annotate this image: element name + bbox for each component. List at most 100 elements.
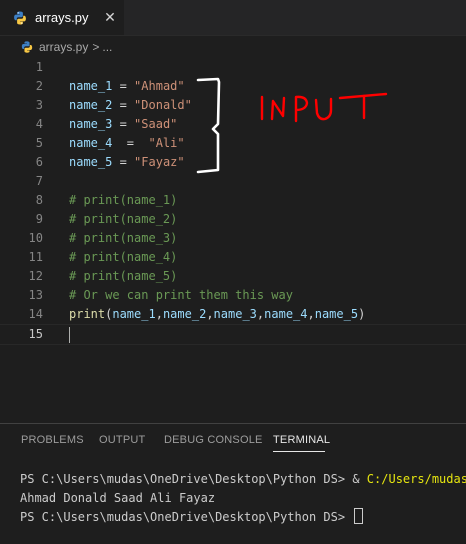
code-editor[interactable]: 1 2 name_1 = "Ahmad" 3 name_2 = "Donald" 4 nam… (0, 58, 466, 423)
panel-tabs: PROBLEMS OUTPUT DEBUG CONSOLE TERMINAL (0, 424, 466, 459)
code-line[interactable]: 5 name_4 = "Ali" (0, 134, 466, 153)
code-text: name_1 = "Ahmad" (69, 77, 185, 96)
code-token: print (69, 307, 106, 321)
code-token: , (155, 307, 163, 321)
code-line[interactable]: 14 print(name_1,name_2,name_3,name_4,name… (0, 305, 466, 324)
line-number: 3 (35, 98, 43, 112)
terminal-line-command: PS C:\Users\mudas\OneDrive\Desktop\Pytho… (20, 470, 466, 489)
python-file-icon (14, 11, 26, 24)
tab-output[interactable]: OUTPUT (99, 434, 145, 446)
code-text: # print(name_3) (69, 229, 177, 248)
code-line[interactable]: 7 (0, 172, 466, 191)
breadcrumb-file[interactable]: arrays.py (39, 40, 88, 54)
code-line[interactable]: 13 # Or we can print them this way (0, 286, 466, 305)
terminal-prompt: PS C:\Users\mudas\OneDrive\Desktop\Pytho… (20, 510, 353, 524)
code-token: name_2 (162, 307, 207, 321)
code-token: # print(name_3) (69, 231, 178, 245)
line-number: 7 (35, 174, 43, 188)
bottom-panel: PROBLEMS OUTPUT DEBUG CONSOLE TERMINAL P… (0, 423, 466, 544)
line-number: 6 (35, 155, 43, 169)
code-token: = (112, 98, 135, 112)
code-token: name_2 (69, 98, 113, 112)
line-number: 4 (35, 117, 43, 131)
line-number: 8 (35, 193, 43, 207)
code-line[interactable]: 12 # print(name_5) (0, 267, 466, 286)
breadcrumb: arrays.py > ... (0, 36, 466, 58)
code-token: name_4 (69, 136, 113, 150)
code-line[interactable]: 9 # print(name_2) (0, 210, 466, 229)
code-token: "Fayaz" (134, 155, 185, 169)
code-line[interactable]: 8 # print(name_1) (0, 191, 466, 210)
code-token: = (112, 117, 135, 131)
code-token: # print(name_2) (69, 212, 178, 226)
code-token: name_1 (69, 79, 113, 93)
active-tab-indicator (273, 451, 325, 452)
line-number: 13 (28, 288, 43, 302)
tab-terminal[interactable]: TERMINAL (273, 434, 330, 446)
terminal-prompt: PS C:\Users\mudas\OneDrive\Desktop\Pytho… (20, 472, 353, 486)
line-number: 14 (28, 307, 43, 321)
code-token: # print(name_1) (69, 193, 178, 207)
vscode-window: arrays.py ✕ arrays.py > ... 1 2 name_1 = "… (0, 0, 466, 544)
code-token: name_3 (69, 117, 113, 131)
code-token: , (307, 307, 315, 321)
terminal-command-amp: & (352, 472, 367, 486)
terminal[interactable]: PS C:\Users\mudas\OneDrive\Desktop\Pytho… (20, 470, 466, 527)
code-line[interactable]: 10 # print(name_3) (0, 229, 466, 248)
code-token: name_5 (314, 307, 359, 321)
code-token: # print(name_5) (69, 269, 178, 283)
code-text: name_2 = "Donald" (69, 96, 192, 115)
tab-problems[interactable]: PROBLEMS (21, 434, 84, 446)
code-token: "Ali" (148, 136, 185, 150)
terminal-line-prompt: PS C:\Users\mudas\OneDrive\Desktop\Pytho… (20, 508, 466, 527)
tab-label: arrays.py (35, 10, 89, 25)
code-token: = (112, 155, 135, 169)
code-token: "Donald" (134, 98, 192, 112)
code-line[interactable]: 1 (0, 58, 466, 77)
line-number: 2 (35, 79, 43, 93)
code-token: name_3 (213, 307, 257, 321)
code-text: name_3 = "Saad" (69, 115, 177, 134)
code-text: # print(name_2) (69, 210, 177, 229)
terminal-cursor (354, 508, 364, 524)
code-text: name_4 = "Ali" (69, 134, 185, 153)
line-number: 11 (28, 250, 43, 264)
breadcrumb-more[interactable]: ... (102, 40, 112, 54)
code-token: = (112, 136, 149, 150)
code-line[interactable]: 4 name_3 = "Saad" (0, 115, 466, 134)
line-number: 12 (28, 269, 43, 283)
line-number: 5 (35, 136, 43, 150)
code-text: # print(name_4) (69, 248, 177, 267)
code-token: = (112, 79, 135, 93)
terminal-command-path: C:/Users/mudas/AppData/Local/Programs/Py… (366, 472, 466, 486)
tab-bar: arrays.py ✕ (0, 0, 466, 36)
code-line[interactable]: 15 (0, 324, 466, 345)
code-token: ) (358, 307, 366, 321)
code-token: name_1 (112, 307, 156, 321)
terminal-line-output: Ahmad Donald Saad Ali Fayaz (20, 491, 216, 505)
code-token: , (206, 307, 214, 321)
line-number: 1 (35, 60, 43, 74)
code-token: "Ahmad" (134, 79, 185, 93)
code-token: # Or we can print them this way (69, 288, 293, 302)
line-number: 10 (28, 231, 43, 245)
code-line[interactable]: 2 name_1 = "Ahmad" (0, 77, 466, 96)
code-line[interactable]: 6 name_5 = "Fayaz" (0, 153, 466, 172)
code-token: name_4 (264, 307, 308, 321)
code-line[interactable]: 11 # print(name_4) (0, 248, 466, 267)
breadcrumb-separator: > (92, 40, 100, 54)
tab-debug-console[interactable]: DEBUG CONSOLE (164, 434, 263, 446)
code-text: # print(name_1) (69, 191, 177, 210)
python-file-icon (21, 41, 33, 53)
code-token: # print(name_4) (69, 250, 178, 264)
code-text: # print(name_5) (69, 267, 177, 286)
line-number: 9 (35, 212, 43, 226)
code-text: # Or we can print them this way (69, 286, 293, 305)
close-icon[interactable]: ✕ (102, 9, 118, 25)
code-line[interactable]: 3 name_2 = "Donald" (0, 96, 466, 115)
code-token: "Saad" (134, 117, 178, 131)
line-number: 15 (28, 327, 43, 341)
code-token: name_5 (69, 155, 113, 169)
text-cursor (69, 327, 70, 343)
tab-arrays-py[interactable]: arrays.py ✕ (0, 0, 124, 35)
